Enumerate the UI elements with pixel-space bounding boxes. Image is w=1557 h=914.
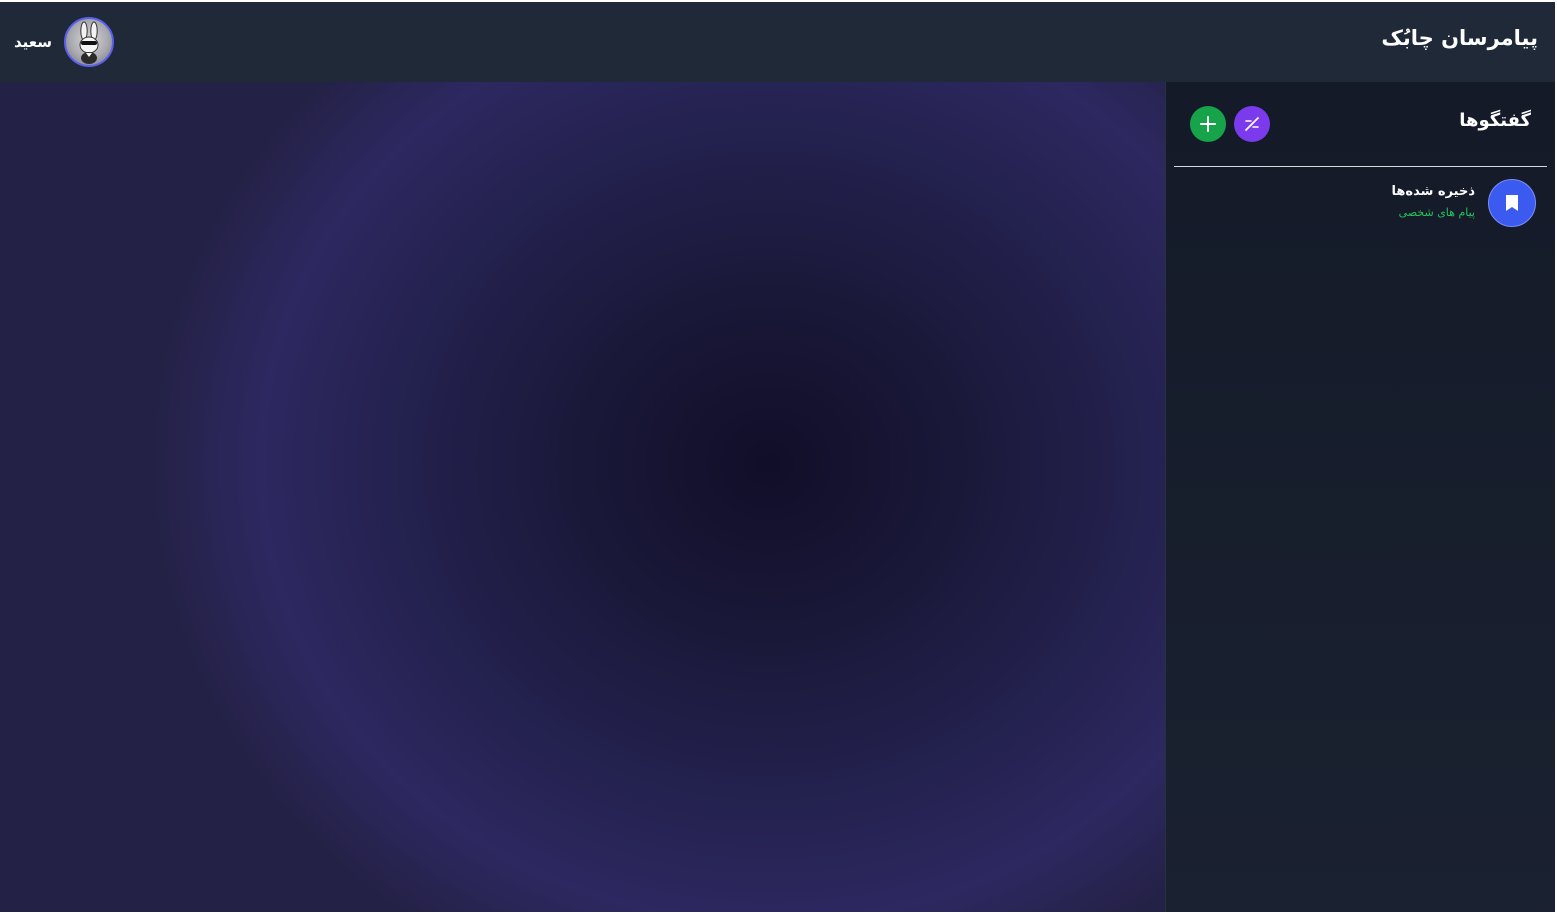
conversation-subtitle: پیام های شخصی <box>1398 206 1475 219</box>
calls-button[interactable] <box>1234 106 1270 142</box>
conversations-sidebar: گفتگوها ذخیره شده‌ها پیام های شخصی <box>1165 82 1555 912</box>
sidebar-divider <box>1174 166 1547 167</box>
messenger-app: پیامرسان چابُک سعید گفتگوها <box>0 2 1555 912</box>
phone-dialpad-icon <box>1245 117 1259 131</box>
plus-icon <box>1200 116 1216 132</box>
bookmark-icon <box>1506 195 1518 211</box>
top-header: پیامرسان چابُک سعید <box>0 2 1555 82</box>
user-profile[interactable]: سعید <box>14 14 115 70</box>
rabbit-avatar-icon[interactable] <box>64 17 115 67</box>
sidebar-title: گفتگوها <box>1459 110 1531 131</box>
conversation-name: ذخیره شده‌ها <box>1391 184 1476 199</box>
new-conversation-button[interactable] <box>1190 106 1226 142</box>
app-title: پیامرسان چابُک <box>1381 26 1538 50</box>
user-name: سعید <box>14 33 53 51</box>
conversation-avatar <box>1488 179 1536 227</box>
conversation-item-saved[interactable]: ذخیره شده‌ها پیام های شخصی <box>1174 176 1547 232</box>
chat-area-empty <box>0 82 1165 912</box>
